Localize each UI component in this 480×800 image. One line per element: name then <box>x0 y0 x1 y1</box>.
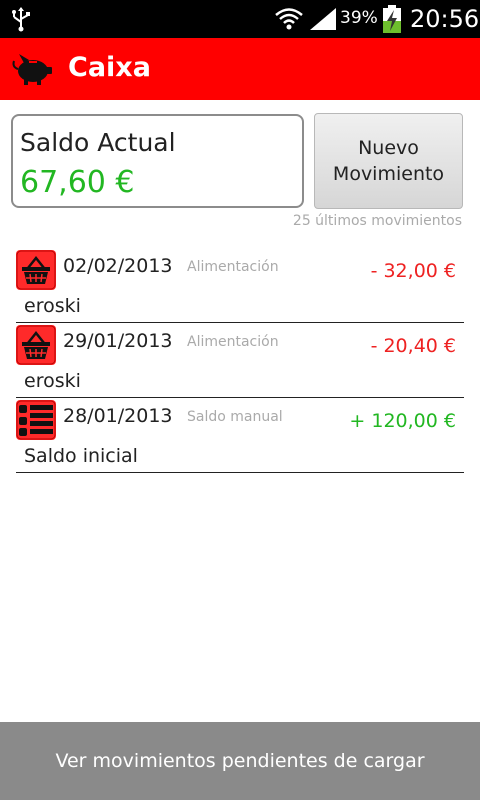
movement-date: 29/01/2013 <box>63 330 173 352</box>
balance-amount: 67,60 € <box>20 165 135 200</box>
movement-category: Alimentación <box>187 259 279 275</box>
movement-category: Saldo manual <box>187 409 283 425</box>
last-movements-note: 25 últimos movimientos <box>292 213 462 229</box>
balance-panel: Saldo Actual 67,60 € <box>11 114 304 208</box>
movement-description: eroski <box>24 295 81 317</box>
movement-amount: - 20,40 € <box>370 335 456 357</box>
app-title: Caixa <box>68 52 151 83</box>
movement-item[interactable]: 28/01/2013 Saldo manual + 120,00 € Saldo… <box>16 398 464 473</box>
pending-movements-button[interactable]: Ver movimientos pendientes de cargar <box>0 722 480 800</box>
status-bar: 39% 20:56 <box>0 0 480 38</box>
clock: 20:56 <box>410 5 480 33</box>
new-movement-label-line1: Nuevo <box>358 137 419 159</box>
list-icon <box>16 400 56 440</box>
movement-date: 02/02/2013 <box>63 255 173 277</box>
battery-charging-icon <box>383 5 401 33</box>
movement-amount: + 120,00 € <box>349 410 456 432</box>
movement-description: Saldo inicial <box>24 445 138 467</box>
battery-percent: 39% <box>340 8 378 28</box>
movement-category: Alimentación <box>187 334 279 350</box>
movement-amount: - 32,00 € <box>370 260 456 282</box>
pending-movements-label: Ver movimientos pendientes de cargar <box>55 750 425 772</box>
movement-item[interactable]: 29/01/2013 Alimentación - 20,40 € eroski <box>16 323 464 398</box>
balance-label: Saldo Actual <box>20 128 176 157</box>
movement-date: 28/01/2013 <box>63 405 173 427</box>
usb-icon <box>12 7 30 32</box>
shopping-basket-icon <box>16 325 56 365</box>
new-movement-button[interactable]: Nuevo Movimiento <box>314 113 463 209</box>
piggy-bank-icon[interactable] <box>10 51 54 87</box>
wifi-icon <box>275 8 303 30</box>
signal-icon <box>310 8 336 30</box>
movement-item[interactable]: 02/02/2013 Alimentación - 32,00 € eroski <box>16 248 464 323</box>
app-bar: Caixa <box>0 38 480 100</box>
new-movement-label-line2: Movimiento <box>332 163 445 185</box>
shopping-basket-icon <box>16 250 56 290</box>
movement-description: eroski <box>24 370 81 392</box>
